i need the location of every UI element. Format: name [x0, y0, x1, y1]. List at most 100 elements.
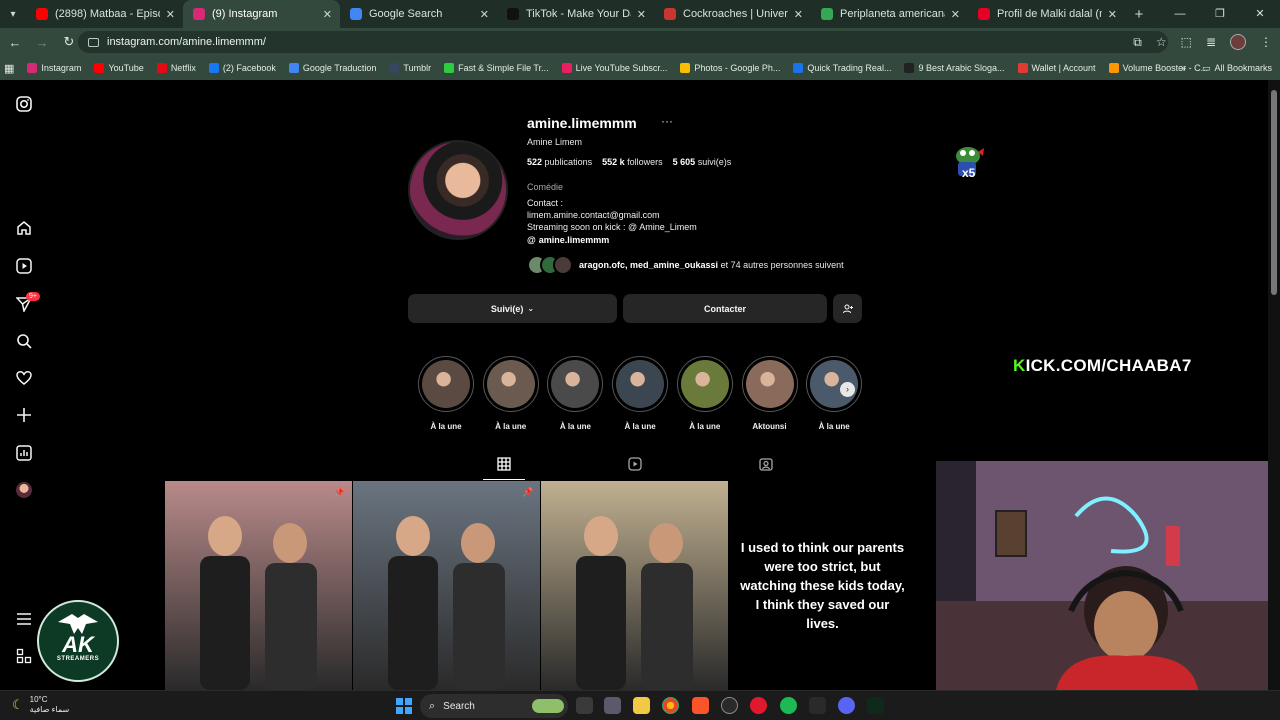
highlight-item[interactable]: Aktounsi	[741, 356, 798, 431]
bookmark-item[interactable]: Photos - Google Ph...	[680, 63, 780, 73]
chrome-menu-icon[interactable]: ⋮	[1260, 35, 1272, 49]
highlight-item[interactable]: À la une	[612, 356, 669, 431]
browser-tab[interactable]: Cockroaches | University of Ma ✕	[654, 0, 811, 28]
tab-search-chevron-icon[interactable]: ▾	[0, 0, 26, 28]
reels-tab-icon[interactable]	[628, 457, 642, 471]
bookmark-item[interactable]: Quick Trading Real...	[793, 63, 891, 73]
maximize-icon[interactable]: ❐	[1200, 0, 1240, 28]
tab-title: (9) Instagram	[212, 8, 278, 20]
media-icon[interactable]: ≣	[1206, 35, 1216, 49]
create-plus-icon[interactable]	[16, 407, 32, 423]
chevron-right-icon[interactable]: »	[1181, 63, 1186, 73]
site-info-icon[interactable]	[88, 37, 99, 47]
task-view-icon[interactable]	[576, 697, 593, 714]
bookmark-item[interactable]: Instagram	[27, 63, 81, 73]
instagram-logo-icon[interactable]	[16, 96, 32, 112]
discord-icon[interactable]	[838, 697, 855, 714]
weather-widget[interactable]: ☾ 10°C سماء صافية	[12, 695, 69, 715]
bookmark-item[interactable]: YouTube	[94, 63, 144, 73]
home-icon[interactable]	[16, 220, 32, 236]
post-thumbnail[interactable]: 📌	[165, 481, 352, 690]
search-icon[interactable]	[16, 333, 32, 349]
tab-close-icon[interactable]: ✕	[951, 8, 960, 21]
suggested-users-button[interactable]	[833, 294, 862, 323]
menu-icon[interactable]	[16, 611, 32, 627]
reels-icon[interactable]	[16, 258, 32, 274]
new-tab-button[interactable]: +	[1125, 6, 1153, 23]
bookmark-item[interactable]: 9 Best Arabic Sloga...	[904, 63, 1005, 73]
post-thumbnail[interactable]: I used to think our parents were too str…	[729, 481, 916, 690]
tab-close-icon[interactable]: ✕	[323, 8, 332, 21]
opera-icon[interactable]	[750, 697, 767, 714]
file-explorer-icon[interactable]	[633, 697, 650, 714]
bookmark-item[interactable]: Fast & Simple File Tr...	[444, 63, 549, 73]
forward-icon[interactable]: →	[30, 35, 54, 50]
bookmark-item[interactable]: (2) Facebook	[208, 63, 276, 73]
tab-close-icon[interactable]: ✕	[1108, 8, 1117, 21]
posts-grid-tab-icon[interactable]	[497, 457, 511, 471]
highlight-item[interactable]: À la une	[418, 356, 474, 431]
streaming-app-icon[interactable]	[867, 697, 884, 714]
bookmark-item[interactable]: Google Traduction	[288, 63, 376, 73]
highlight-item[interactable]: À la une	[482, 356, 539, 431]
profile-avatar[interactable]	[1230, 34, 1246, 50]
bookmark-item[interactable]: Tumblr	[389, 63, 431, 73]
install-app-icon[interactable]: ⧉	[1133, 35, 1142, 50]
post-thumbnail[interactable]	[541, 481, 728, 690]
profile-avatar-nav[interactable]	[16, 482, 32, 498]
tab-close-icon[interactable]: ✕	[166, 8, 175, 21]
mutual-followers[interactable]: aragon.ofc, med_amine_oukassi et 74 autr…	[527, 255, 844, 275]
minimize-icon[interactable]: —	[1160, 0, 1200, 28]
scrollbar-thumb[interactable]	[1271, 90, 1277, 295]
back-icon[interactable]: ←	[3, 35, 27, 50]
brave-icon[interactable]	[692, 697, 709, 714]
tagged-tab-icon[interactable]	[759, 457, 773, 471]
apps-grid-icon[interactable]: ▦	[4, 62, 14, 75]
address-bar[interactable]: instagram.com/amine.limemmm/	[78, 31, 1168, 53]
browser-tab[interactable]: (2898) Matbaa - Episode 2 | 2 a ✕	[26, 0, 183, 28]
browser-tab-strip: ▾ (2898) Matbaa - Episode 2 | 2 a✕(9) In…	[0, 0, 1280, 28]
browser-tab[interactable]: TikTok - Make Your Day ✕	[497, 0, 654, 28]
highlights-next-icon[interactable]: ›	[840, 382, 855, 397]
contact-button[interactable]: Contacter	[623, 294, 827, 323]
extensions-icon[interactable]: ⬚	[1181, 35, 1192, 49]
bookmark-item[interactable]: Live YouTube Subscr...	[561, 63, 667, 73]
tab-close-icon[interactable]: ✕	[794, 8, 803, 21]
stat-following[interactable]: 5 605 suivi(e)s	[673, 157, 732, 167]
browser-tab[interactable]: Google Search ✕	[340, 0, 497, 28]
tab-close-icon[interactable]: ✕	[637, 8, 646, 21]
highlight-item[interactable]: À la une	[676, 356, 733, 431]
heart-icon[interactable]	[16, 370, 32, 386]
browser-tab[interactable]: (9) Instagram ✕	[183, 0, 340, 28]
highlight-cover	[741, 356, 798, 412]
highlight-item[interactable]: À la une	[547, 356, 604, 431]
dashboard-icon[interactable]	[16, 445, 32, 461]
all-bookmarks[interactable]: » ▭ All Bookmarks	[1181, 56, 1272, 80]
stat-followers[interactable]: 552 k followers	[602, 157, 663, 167]
browser-tab[interactable]: Profil de Malki dalal (malkidala ✕	[968, 0, 1125, 28]
close-window-icon[interactable]: ✕	[1240, 0, 1280, 28]
taskbar-search[interactable]: ⌕ Search	[420, 694, 568, 718]
widgets-icon[interactable]	[604, 697, 621, 714]
bookmark-item[interactable]: Netflix	[156, 63, 196, 73]
browser-tab[interactable]: Periplaneta americana - Google ✕	[811, 0, 968, 28]
tab-favicon-icon	[507, 8, 519, 20]
browser-icon[interactable]	[721, 697, 738, 714]
bookmark-star-icon[interactable]: ☆	[1156, 35, 1167, 49]
following-button[interactable]: Suivi(e) ⌄	[408, 294, 617, 323]
stat-posts[interactable]: 522 publications	[527, 157, 592, 167]
tab-close-icon[interactable]: ✕	[480, 8, 489, 21]
kick-app-icon[interactable]	[809, 697, 826, 714]
threads-link[interactable]: @ amine.limemmm	[527, 235, 609, 245]
post-thumbnail[interactable]: 📌	[353, 481, 540, 690]
all-bookmarks-label: All Bookmarks	[1214, 63, 1272, 73]
more-options-icon[interactable]: ···	[661, 114, 673, 128]
temperature: 10°C	[29, 695, 48, 704]
start-windows-icon[interactable]	[396, 698, 412, 714]
bookmark-item[interactable]: Wallet | Account	[1017, 63, 1096, 73]
profile-picture[interactable]	[408, 140, 508, 240]
also-from-meta-icon[interactable]	[16, 648, 32, 664]
page-scrollbar[interactable]	[1268, 80, 1280, 690]
chrome-icon[interactable]	[662, 697, 679, 714]
spotify-icon[interactable]	[780, 697, 797, 714]
